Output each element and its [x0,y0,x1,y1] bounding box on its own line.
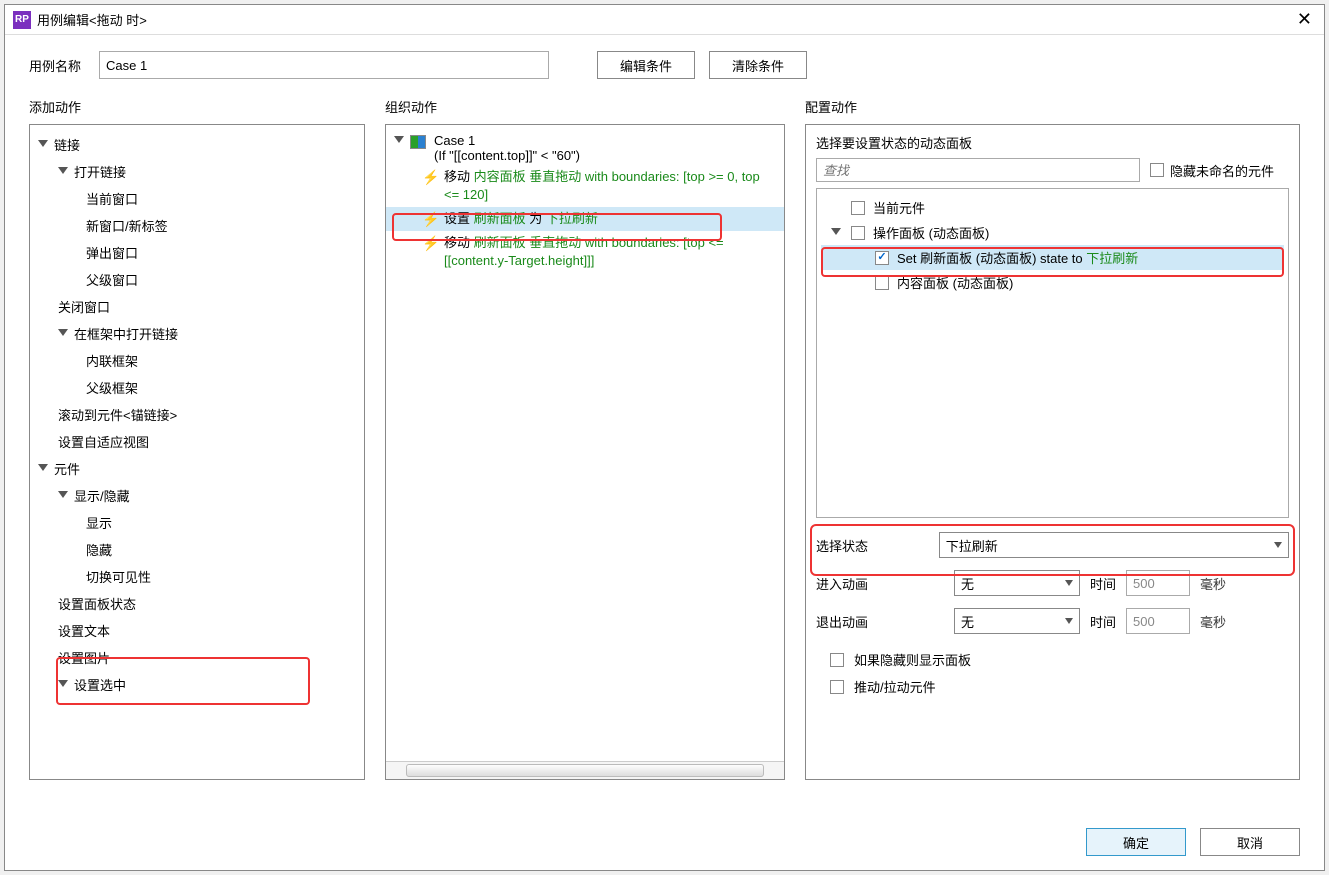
anim-in-label: 进入动画 [816,574,944,593]
panel-item-op[interactable]: 操作面板 (动态面板) [821,220,1284,245]
chevron-down-icon [831,228,841,235]
hide-unnamed-label: 隐藏未命名的元件 [1170,161,1274,180]
chevron-down-icon [1065,618,1073,624]
tree-set-panel-state[interactable]: 设置面板状态 [30,590,364,617]
chevron-down-icon [58,680,68,687]
chevron-down-icon [38,140,48,147]
bolt-icon: ⚡ [422,168,436,186]
tree-adaptive-view[interactable]: 设置自适应视图 [30,428,364,455]
case-name: Case 1 [434,133,580,148]
configure-title: 选择要设置状态的动态面板 [816,133,1289,152]
ok-button[interactable]: 确定 [1086,828,1186,856]
tree-show[interactable]: 显示 [30,509,364,536]
cancel-button[interactable]: 取消 [1200,828,1300,856]
chevron-down-icon [1274,542,1282,548]
panel-item-current[interactable]: 当前元件 [821,195,1284,220]
chevron-down-icon [58,167,68,174]
tree-open-in-frame[interactable]: 在框架中打开链接 [30,320,364,347]
anim-in-combo[interactable]: 无 [954,570,1080,596]
anim-out-time[interactable] [1126,608,1190,634]
checkbox[interactable] [851,226,865,240]
checkbox[interactable] [875,276,889,290]
dialog-title: 用例编辑<拖动 时> [37,10,1293,29]
state-combo[interactable]: 下拉刷新 [939,532,1289,558]
edit-conditions-button[interactable]: 编辑条件 [597,51,695,79]
tree-hide[interactable]: 隐藏 [30,536,364,563]
select-state-label: 选择状态 [816,536,929,555]
action-row-3[interactable]: ⚡ 移动 刷新面板 垂直拖动 with boundaries: [top <= … [386,231,784,273]
time-label: 时间 [1090,574,1116,593]
tree-widgets[interactable]: 元件 [30,455,364,482]
form-area: 选择状态 下拉刷新 进入动画 无 时间 毫秒 退出动画 无 时间 毫秒 [816,532,1289,704]
chevron-down-icon [58,329,68,336]
checkbox-checked[interactable] [875,251,889,265]
tree-popup[interactable]: 弹出窗口 [30,239,364,266]
tree-parent-frame[interactable]: 父级框架 [30,374,364,401]
case-name-label: 用例名称 [29,56,81,75]
tree-set-image[interactable]: 设置图片 [30,644,364,671]
chevron-down-icon [1065,580,1073,586]
tree-inline-frame[interactable]: 内联框架 [30,347,364,374]
show-if-hidden-label: 如果隐藏则显示面板 [854,650,971,669]
anim-out-label: 退出动画 [816,612,944,631]
search-input[interactable] [816,158,1140,182]
organize-action-panel: Case 1 (If "[[content.top]]" < "60") ⚡ 移… [385,124,785,780]
case-icon [410,135,426,149]
checkbox[interactable] [851,201,865,215]
bolt-icon: ⚡ [422,210,436,228]
hide-unnamed-checkbox[interactable] [1150,163,1164,177]
header-organize-action: 组织动作 [385,97,785,116]
titlebar: RP 用例编辑<拖动 时> ✕ [5,5,1324,35]
action-row-2[interactable]: ⚡ 设置 刷新面板 为 下拉刷新 [386,207,784,231]
case-editor-dialog: RP 用例编辑<拖动 时> ✕ 用例名称 编辑条件 清除条件 添加动作 组织动作… [4,4,1325,871]
push-pull-label: 推动/拉动元件 [854,677,936,696]
time-label: 时间 [1090,612,1116,631]
case-condition: (If "[[content.top]]" < "60") [434,148,580,163]
action-target: 刷新面板 [474,211,526,226]
top-row: 用例名称 编辑条件 清除条件 [5,35,1324,85]
tree-link[interactable]: 链接 [30,131,364,158]
tree-current-window[interactable]: 当前窗口 [30,185,364,212]
close-icon[interactable]: ✕ [1293,9,1316,30]
show-if-hidden-checkbox[interactable] [830,653,844,667]
dialog-footer: 确定 取消 [5,818,1324,870]
action-target: 刷新面板 [474,235,526,250]
case-name-input[interactable] [99,51,549,79]
case-node[interactable]: Case 1 (If "[[content.top]]" < "60") [386,125,784,165]
add-action-panel: 链接 打开链接 当前窗口 新窗口/新标签 弹出窗口 父级窗口 关闭窗口 在框架中… [29,124,365,780]
tree-set-selected[interactable]: 设置选中 [30,671,364,698]
columns: 链接 打开链接 当前窗口 新窗口/新标签 弹出窗口 父级窗口 关闭窗口 在框架中… [5,120,1324,818]
anim-out-combo[interactable]: 无 [954,608,1080,634]
panel-item-refresh[interactable]: Set 刷新面板 (动态面板) state to 下拉刷新 [821,245,1284,270]
tree-close-window[interactable]: 关闭窗口 [30,293,364,320]
tree-open-link[interactable]: 打开链接 [30,158,364,185]
chevron-down-icon [394,136,404,143]
action-state: 下拉刷新 [546,211,598,226]
header-configure-action: 配置动作 [805,97,1300,116]
tree-show-hide[interactable]: 显示/隐藏 [30,482,364,509]
ms-label: 毫秒 [1200,574,1226,593]
tree-scroll-to[interactable]: 滚动到元件<锚链接> [30,401,364,428]
section-headers: 添加动作 组织动作 配置动作 [5,85,1324,120]
horizontal-scrollbar[interactable] [386,761,784,779]
rp-icon: RP [13,11,31,29]
chevron-down-icon [58,491,68,498]
clear-conditions-button[interactable]: 清除条件 [709,51,807,79]
configure-action-panel: 选择要设置状态的动态面板 隐藏未命名的元件 当前元件 操作面板 (动态面板) [805,124,1300,780]
chevron-down-icon [38,464,48,471]
panel-list: 当前元件 操作面板 (动态面板) Set 刷新面板 (动态面板) state t… [816,188,1289,518]
tree-toggle[interactable]: 切换可见性 [30,563,364,590]
anim-in-time[interactable] [1126,570,1190,596]
header-add-action: 添加动作 [29,97,365,116]
bolt-icon: ⚡ [422,234,436,252]
tree-set-text[interactable]: 设置文本 [30,617,364,644]
push-pull-checkbox[interactable] [830,680,844,694]
tree-parent-window[interactable]: 父级窗口 [30,266,364,293]
action-row-1[interactable]: ⚡ 移动 内容面板 垂直拖动 with boundaries: [top >= … [386,165,784,207]
panel-item-content[interactable]: 内容面板 (动态面板) [821,270,1284,295]
action-target: 内容面板 [474,169,526,184]
tree-new-window[interactable]: 新窗口/新标签 [30,212,364,239]
ms-label: 毫秒 [1200,612,1226,631]
